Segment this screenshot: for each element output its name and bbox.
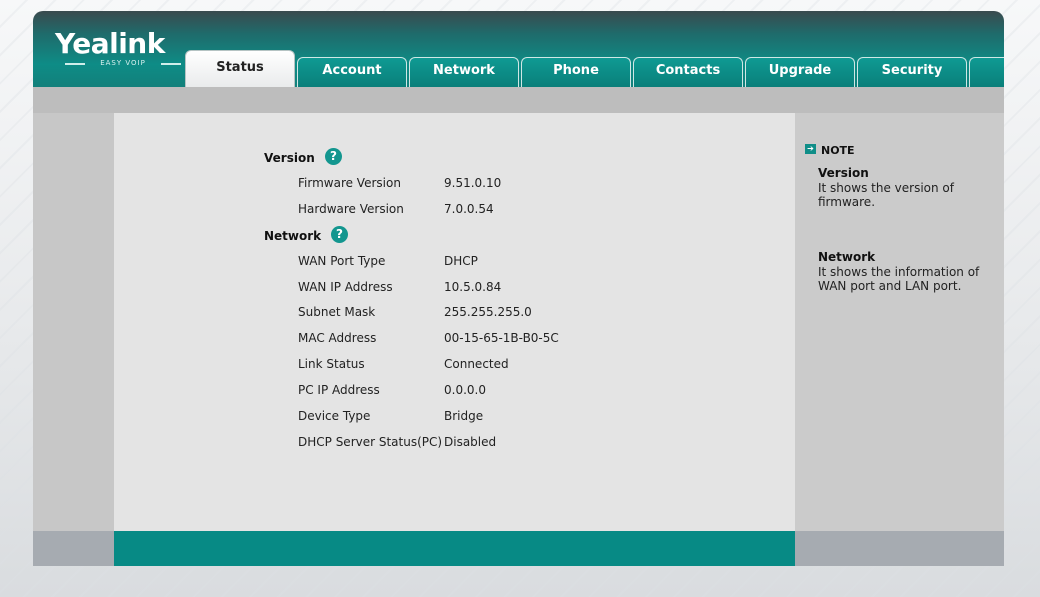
web-admin-frame: Yealink EASY VOIP Status Account Network… (33, 11, 1004, 566)
note-heading-label: NOTE (821, 144, 855, 157)
tab-status[interactable]: Status (185, 50, 295, 87)
tab-overflow-stub (969, 57, 1004, 87)
tab-network[interactable]: Network (409, 57, 519, 87)
arrow-right-icon: ➔ (805, 144, 816, 154)
mac-address-label: MAC Address (298, 331, 377, 345)
footer-bar (114, 531, 795, 566)
mac-address-value: 00-15-65-1B-B0-5C (444, 331, 559, 345)
header-bar: Yealink EASY VOIP Status Account Network… (33, 11, 1004, 87)
link-status-label: Link Status (298, 357, 365, 371)
subnet-mask-value: 255.255.255.0 (444, 305, 532, 319)
note-network-text: It shows the information of WAN port and… (818, 265, 980, 293)
question-icon[interactable]: ? (325, 148, 342, 165)
note-network-title: Network (818, 250, 876, 264)
main-tabs: Status Account Network Phone Contacts Up… (185, 49, 1004, 87)
note-heading: ➔ NOTE (805, 144, 855, 157)
pc-ip-address-label: PC IP Address (298, 383, 380, 397)
firmware-version-value: 9.51.0.10 (444, 176, 502, 190)
wan-ip-address-label: WAN IP Address (298, 280, 393, 294)
dhcp-server-status-value: Disabled (444, 435, 497, 449)
subnet-mask-label: Subnet Mask (298, 305, 376, 319)
brand-name: Yealink (55, 27, 165, 60)
footer-right (795, 531, 1004, 566)
brand-tagline: EASY VOIP (65, 59, 181, 68)
pc-ip-address-value: 0.0.0.0 (444, 383, 486, 397)
wan-ip-address-value: 10.5.0.84 (444, 280, 502, 294)
wan-port-type-value: DHCP (444, 254, 478, 268)
wan-port-type-label: WAN Port Type (298, 254, 386, 268)
tab-contacts[interactable]: Contacts (633, 57, 743, 87)
yealink-logo: Yealink EASY VOIP (55, 27, 181, 70)
hardware-version-value: 7.0.0.54 (444, 202, 494, 216)
question-icon[interactable]: ? (331, 226, 348, 243)
note-panel: ➔ NOTE Version It shows the version of f… (795, 113, 1004, 531)
note-version-text: It shows the version of firmware. (818, 181, 954, 209)
note-version-title: Version (818, 166, 869, 180)
tab-account[interactable]: Account (297, 57, 407, 87)
device-type-value: Bridge (444, 409, 484, 423)
device-type-label: Device Type (298, 409, 371, 423)
tab-upgrade[interactable]: Upgrade (745, 57, 855, 87)
left-column (33, 113, 114, 531)
link-status-value: Connected (444, 357, 509, 371)
footer-left (33, 531, 114, 566)
sub-navigation-bar (33, 87, 1004, 113)
hardware-version-label: Hardware Version (298, 202, 404, 216)
firmware-version-label: Firmware Version (298, 176, 401, 190)
status-panel: Version ? Firmware Version 9.51.0.10 Har… (114, 113, 795, 531)
network-section-title: Network (264, 229, 322, 243)
tab-phone[interactable]: Phone (521, 57, 631, 87)
dhcp-server-status-label: DHCP Server Status(PC) (298, 435, 443, 449)
version-section-title: Version (264, 151, 315, 165)
tab-security[interactable]: Security (857, 57, 967, 87)
